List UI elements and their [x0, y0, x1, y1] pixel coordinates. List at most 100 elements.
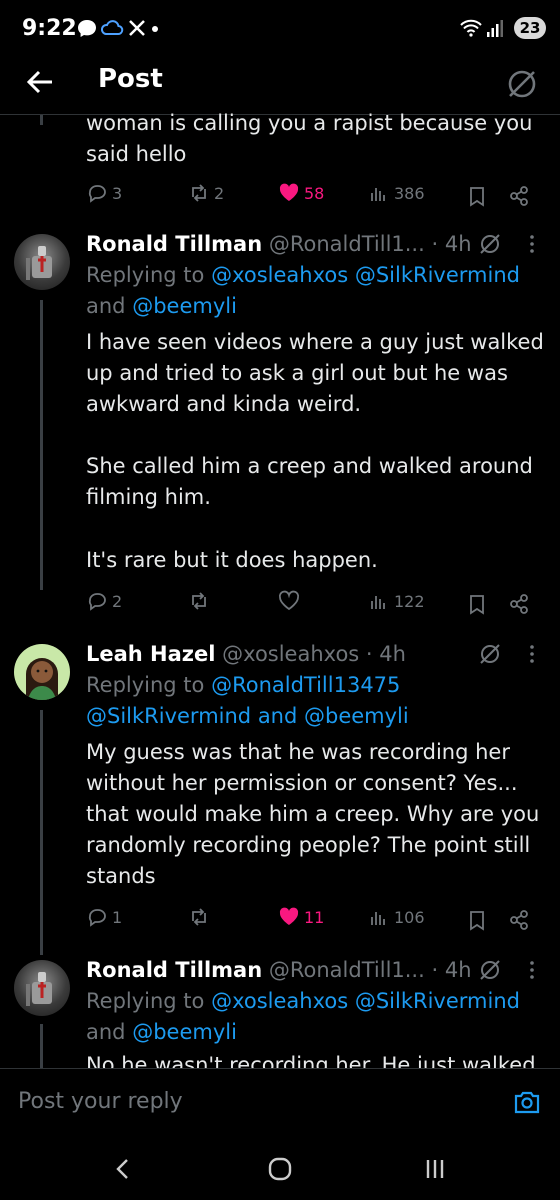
reply-icon — [88, 909, 106, 927]
repost-button[interactable]: 2 — [188, 182, 224, 204]
status-bar: 9:22 23 — [0, 0, 560, 56]
like-count: 58 — [304, 183, 325, 203]
replying-to-label: Replying to — [86, 989, 212, 1013]
x-logo-icon — [129, 20, 145, 36]
more-options-icon[interactable] — [524, 232, 540, 256]
share-icon[interactable] — [508, 185, 530, 207]
status-time: 9:22 — [22, 16, 77, 41]
knight-avatar-icon — [26, 246, 52, 280]
repost-button[interactable] — [188, 906, 210, 928]
mention-link[interactable]: @xosleahxos @SilkRivermind — [211, 989, 520, 1013]
like-count: 11 — [304, 907, 325, 927]
user-handle[interactable]: @RonaldTill1... — [269, 958, 425, 982]
bookmark-icon[interactable] — [466, 593, 488, 615]
back-arrow-icon[interactable] — [22, 64, 58, 100]
reply-icon — [88, 593, 106, 611]
share-icon[interactable] — [508, 909, 530, 931]
post-text-line: randomly recording people? The point sti… — [86, 833, 531, 857]
mention-link[interactable]: @beemyli — [132, 294, 237, 318]
post-text-line: without her permission or consent? Yes..… — [86, 771, 518, 795]
camera-icon[interactable] — [512, 1087, 542, 1117]
heart-filled-icon — [279, 183, 299, 201]
cloud-icon — [100, 20, 124, 35]
post-text-line: awkward and kinda weird. — [86, 392, 362, 416]
post-header: Ronald Tillman @RonaldTill1... · 4h — [86, 955, 472, 985]
post-text-line: I have seen videos where a guy just walk… — [86, 330, 544, 354]
replying-to: Replying to @RonaldTill13475 — [86, 670, 400, 701]
post-text-line: She called him a creep and walked around — [86, 454, 533, 478]
post-text-line: up and tried to ask a girl out but he wa… — [86, 361, 508, 385]
views-count: 386 — [394, 183, 425, 203]
reply-button[interactable]: 1 — [86, 906, 122, 928]
replying-to: Replying to @xosleahxos @SilkRivermind — [86, 986, 520, 1017]
repost-icon — [192, 592, 206, 610]
action-bar: 3 2 58 386 — [86, 182, 536, 210]
battery-indicator: 23 — [514, 17, 546, 39]
replying-to-and: and — [86, 1020, 133, 1044]
replying-to-cont: and @beemyli — [86, 291, 237, 322]
grok-icon[interactable] — [478, 232, 502, 256]
display-name[interactable]: Ronald Tillman — [86, 232, 262, 256]
top-app-bar: Post — [0, 56, 560, 114]
more-options-icon[interactable] — [524, 958, 540, 982]
cartoon-avatar-icon — [26, 658, 58, 700]
reply-button[interactable]: 3 — [86, 182, 122, 204]
signal-icon — [487, 20, 503, 37]
views-icon — [371, 912, 385, 925]
mention-link[interactable]: @beemyli — [132, 1020, 237, 1044]
views-icon — [371, 596, 385, 609]
repost-icon — [192, 908, 206, 926]
mention-link[interactable]: @SilkRivermind — [86, 704, 251, 728]
user-handle[interactable]: @RonaldTill1... — [269, 232, 425, 256]
more-options-icon[interactable] — [524, 642, 540, 666]
post-header: Ronald Tillman @RonaldTill1... · 4h — [86, 229, 472, 259]
views-button[interactable]: 122 — [368, 590, 425, 612]
like-button[interactable]: 58 — [278, 182, 324, 204]
user-handle[interactable]: @xosleahxos — [222, 642, 359, 666]
reply-button[interactable]: 2 — [86, 590, 122, 612]
bookmark-icon[interactable] — [466, 909, 488, 931]
post-time: · 4h — [365, 642, 406, 666]
views-button[interactable]: 106 — [368, 906, 425, 928]
mention-link[interactable]: @RonaldTill13475 — [211, 673, 400, 697]
replying-to-and: and — [251, 704, 304, 728]
grok-icon[interactable] — [504, 66, 540, 102]
nav-home-icon[interactable] — [265, 1154, 295, 1184]
post-text-line: It's rare but it does happen. — [86, 548, 378, 572]
post-text-line: woman is calling you a rapist because yo… — [86, 111, 533, 135]
thread-line — [40, 300, 43, 590]
avatar[interactable] — [14, 234, 70, 290]
page-title: Post — [98, 64, 163, 94]
views-count: 106 — [394, 907, 425, 927]
mention-link[interactable]: @xosleahxos @SilkRivermind — [211, 263, 520, 287]
repost-count: 2 — [214, 183, 225, 203]
heart-filled-icon — [279, 907, 299, 925]
nav-recents-icon[interactable] — [420, 1154, 450, 1184]
repost-button[interactable] — [188, 590, 210, 612]
reply-count: 3 — [112, 183, 123, 203]
wifi-icon — [460, 19, 482, 37]
grok-icon[interactable] — [478, 958, 502, 982]
post-header: Leah Hazel @xosleahxos · 4h — [86, 639, 406, 669]
nav-back-icon[interactable] — [108, 1154, 138, 1184]
reply-count: 2 — [112, 591, 123, 611]
like-button[interactable] — [278, 590, 300, 612]
display-name[interactable]: Ronald Tillman — [86, 958, 262, 982]
share-icon[interactable] — [508, 593, 530, 615]
reply-input[interactable]: Post your reply — [18, 1089, 183, 1114]
views-icon — [371, 188, 385, 201]
replying-to-cont: @SilkRivermind and @beemyli — [86, 701, 409, 732]
avatar[interactable] — [14, 644, 70, 700]
avatar[interactable] — [14, 960, 70, 1016]
views-button[interactable]: 386 — [368, 182, 425, 204]
grok-icon[interactable] — [478, 642, 502, 666]
mention-link[interactable]: @beemyli — [304, 704, 409, 728]
action-bar: 1 11 106 — [86, 906, 536, 934]
display-name[interactable]: Leah Hazel — [86, 642, 215, 666]
replying-to-cont: and @beemyli — [86, 1017, 237, 1048]
knight-avatar-icon — [26, 972, 52, 1006]
like-button[interactable]: 11 — [278, 906, 324, 928]
reply-composer[interactable]: Post your reply — [0, 1068, 560, 1139]
heart-icon — [278, 590, 300, 611]
bookmark-icon[interactable] — [466, 185, 488, 207]
